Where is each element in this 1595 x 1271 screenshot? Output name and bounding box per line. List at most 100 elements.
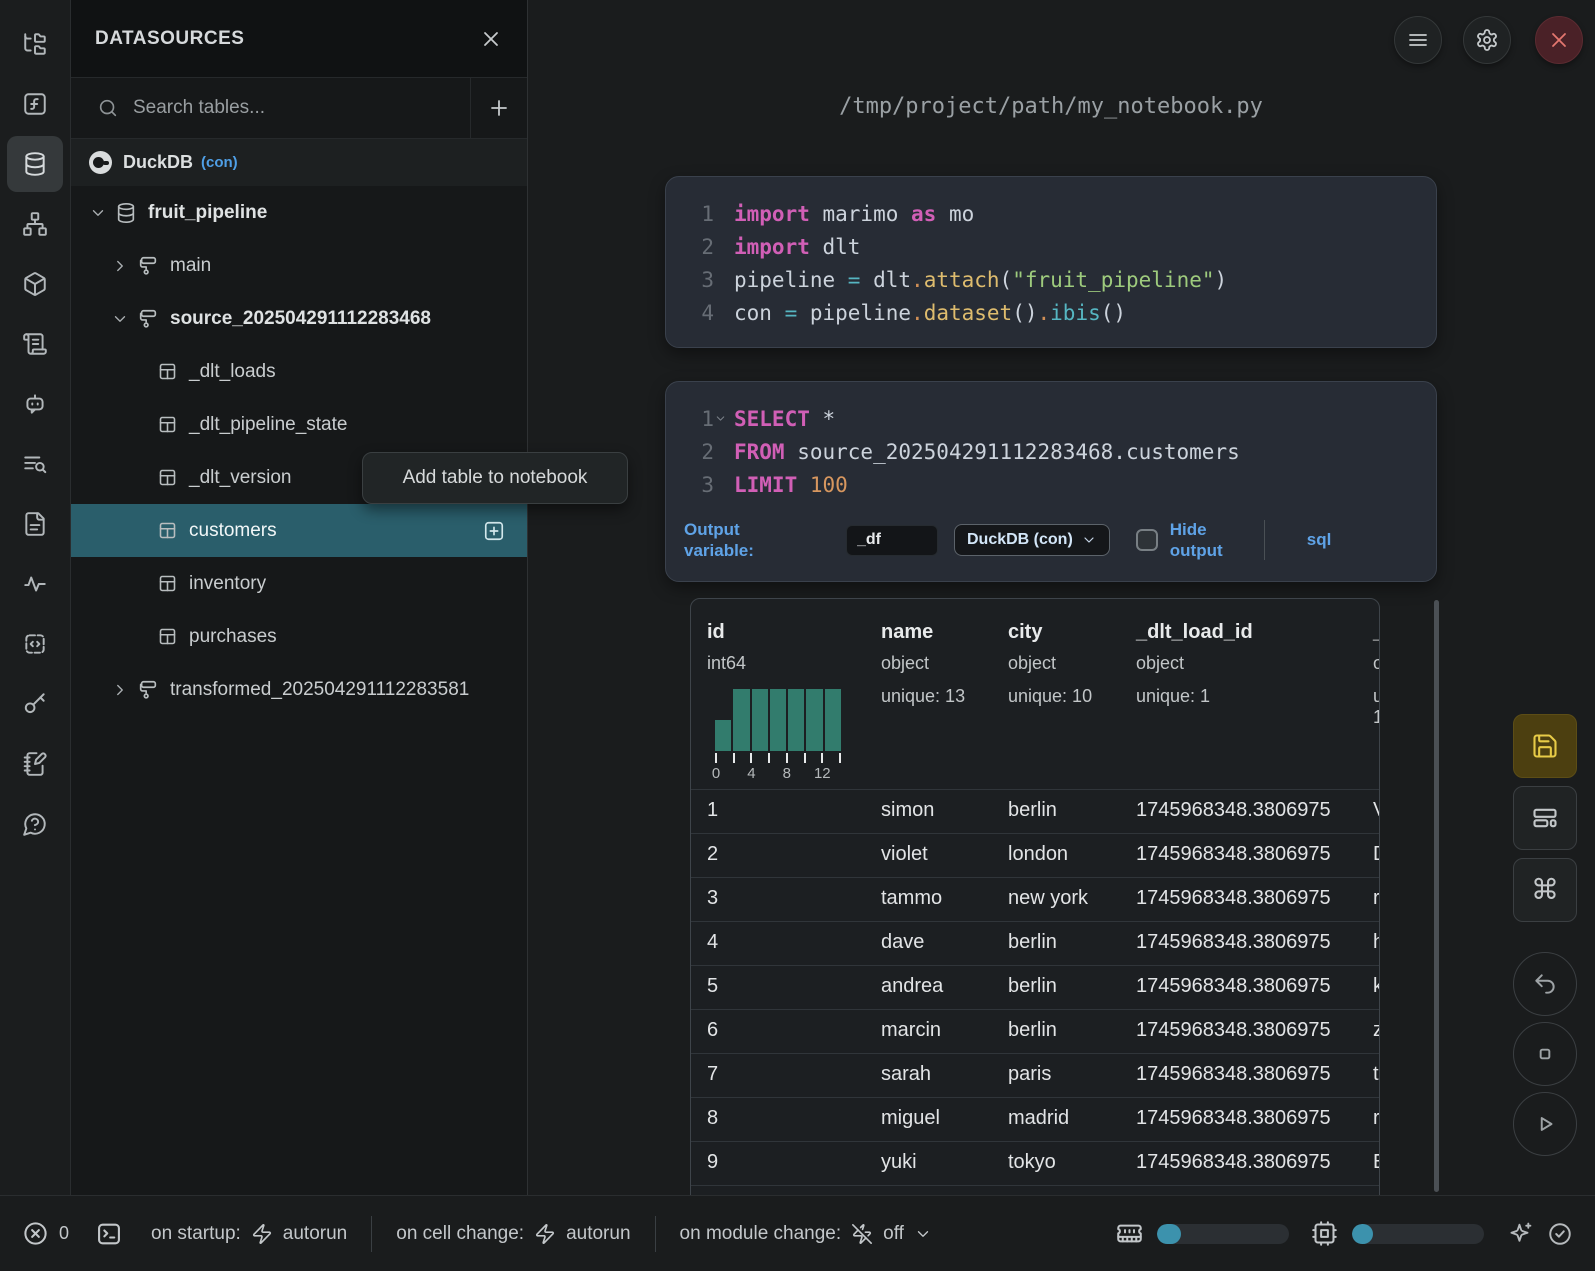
chevron-down-icon	[914, 1225, 932, 1243]
panel-title: DATASOURCES	[95, 28, 244, 50]
rail-dependencies-button[interactable]	[7, 196, 63, 252]
table-header: id int64 04812 name object unique: 13 ci…	[691, 599, 1379, 789]
cpu-usage-meter	[1352, 1224, 1484, 1244]
app-layout-button[interactable]	[1513, 786, 1577, 850]
line-number: 2	[666, 235, 714, 259]
table-row[interactable]: 7sarahparis1745968348.3806975t	[691, 1053, 1379, 1097]
scroll-text-icon	[22, 331, 48, 357]
terminal-button[interactable]	[95, 1220, 123, 1248]
table-row[interactable]: 5andreaberlin1745968348.3806975k	[691, 965, 1379, 1009]
rail-scratchpad-code-button[interactable]	[7, 616, 63, 672]
rail-datasources-button[interactable]	[7, 136, 63, 192]
python-cell[interactable]: 1import marimo as mo 2import dlt 3pipeli…	[665, 176, 1437, 348]
rail-tracing-button[interactable]	[7, 556, 63, 612]
rail-file-tree-button[interactable]	[7, 16, 63, 72]
column-header-city[interactable]: city object unique: 10	[1008, 621, 1092, 707]
run-button[interactable]	[1513, 1092, 1577, 1156]
zap-icon	[534, 1223, 556, 1245]
tree-item-purchases[interactable]: purchases	[71, 610, 527, 663]
code-line: LIMIT 100	[734, 473, 848, 497]
connection-status-button[interactable]	[1547, 1221, 1573, 1247]
tree-item-customers[interactable]: customers	[71, 504, 527, 557]
schema-icon	[137, 308, 159, 330]
column-header-dlt-id[interactable]: _dlt_id object unique: 13	[1373, 621, 1380, 728]
rail-secrets-button[interactable]	[7, 676, 63, 732]
tree-item-dlt-pipeline-state[interactable]: _dlt_pipeline_state	[71, 398, 527, 451]
hide-output-checkbox[interactable]	[1136, 529, 1158, 551]
table-row[interactable]: 6marcinberlin1745968348.3806975z	[691, 1009, 1379, 1053]
fold-chevron-icon[interactable]	[714, 412, 734, 425]
column-header-dlt-load-id[interactable]: _dlt_load_id object unique: 1	[1136, 621, 1253, 707]
add-table-to-notebook-button[interactable]	[483, 520, 505, 542]
column-header-id[interactable]: id int64	[707, 621, 746, 674]
chevron-down-icon	[1081, 532, 1097, 548]
rail-notebook-pen-button[interactable]	[7, 736, 63, 792]
on-cell-change-setting[interactable]: on cell change: autorun	[396, 1223, 630, 1245]
rail-logs-button[interactable]	[7, 316, 63, 372]
table-row[interactable]: 3tammonew york1745968348.3806975r	[691, 877, 1379, 921]
save-button[interactable]	[1513, 714, 1577, 778]
chevron-down-icon	[111, 310, 129, 328]
line-number: 3	[666, 268, 714, 292]
line-number: 1	[666, 407, 714, 431]
sql-output-bar: Output variable: DuckDB (con) Hide outpu…	[684, 507, 1420, 573]
rail-outline-search-button[interactable]	[7, 436, 63, 492]
rail-help-button[interactable]	[7, 796, 63, 852]
gear-icon	[1475, 28, 1499, 52]
zap-off-icon	[851, 1223, 873, 1245]
error-indicator[interactable]: 0	[22, 1220, 69, 1247]
database-icon	[115, 202, 137, 224]
table-row[interactable]: 1simonberlin1745968348.3806975V	[691, 789, 1379, 833]
histogram-ticks	[715, 753, 841, 763]
tree-item-inventory[interactable]: inventory	[71, 557, 527, 610]
rail-ai-chat-button[interactable]	[7, 376, 63, 432]
help-circle-icon	[22, 811, 48, 837]
chevron-right-icon	[111, 681, 129, 699]
close-panel-button[interactable]	[479, 27, 503, 51]
table-row[interactable]: 8miguelmadrid1745968348.3806975r	[691, 1097, 1379, 1141]
activity-icon	[22, 571, 48, 597]
on-module-change-setting[interactable]: on module change: off	[680, 1223, 932, 1245]
code-square-icon	[22, 631, 48, 657]
rail-snippets-button[interactable]	[7, 496, 63, 552]
close-icon	[1547, 28, 1571, 52]
search-input[interactable]	[133, 78, 470, 138]
x-circle-icon	[22, 1220, 49, 1247]
tree-item-main[interactable]: main	[71, 239, 527, 292]
table-row[interactable]	[691, 1185, 1379, 1195]
query-result-table[interactable]: id int64 04812 name object unique: 13 ci…	[690, 598, 1380, 1195]
engine-select[interactable]: DuckDB (con)	[954, 524, 1110, 556]
command-palette-button[interactable]: ⌘	[1513, 858, 1577, 922]
connection-row-duckdb[interactable]: DuckDB (con)	[71, 139, 527, 186]
undo-button[interactable]	[1513, 952, 1577, 1016]
tree-item-transformed-schema[interactable]: transformed_202504291112283581	[71, 663, 527, 716]
table-row[interactable]: 2violetlondon1745968348.3806975D	[691, 833, 1379, 877]
stop-button[interactable]	[1513, 1022, 1577, 1086]
tree-item-fruit-pipeline[interactable]: fruit_pipeline	[71, 186, 527, 239]
engine-select-value: DuckDB (con)	[967, 531, 1073, 549]
shutdown-button[interactable]	[1535, 16, 1583, 64]
ai-assist-button[interactable]	[1508, 1221, 1533, 1246]
add-datasource-button[interactable]	[470, 78, 527, 138]
status-bar: 0 on startup: autorun on cell change: au…	[0, 1195, 1595, 1271]
histogram-tick-labels: 04812	[715, 765, 855, 781]
connection-name: DuckDB	[123, 152, 193, 173]
output-scrollbar[interactable]	[1434, 600, 1439, 1192]
sql-cell[interactable]: 1SELECT * 2FROM source_20250429111228346…	[665, 381, 1437, 582]
code-line: FROM source_202504291112283468.customers	[734, 440, 1240, 464]
datasource-tree: fruit_pipeline main source_2025042911122…	[71, 186, 527, 716]
column-header-name[interactable]: name object unique: 13	[881, 621, 965, 707]
rail-variables-button[interactable]	[7, 76, 63, 132]
network-icon	[22, 211, 48, 237]
tree-item-dlt-loads[interactable]: _dlt_loads	[71, 345, 527, 398]
output-variable-input[interactable]	[846, 525, 938, 556]
table-row[interactable]: 4daveberlin1745968348.3806975h	[691, 921, 1379, 965]
rail-packages-button[interactable]	[7, 256, 63, 312]
tree-item-source-schema[interactable]: source_202504291112283468	[71, 292, 527, 345]
on-startup-setting[interactable]: on startup: autorun	[151, 1223, 347, 1245]
zap-icon	[251, 1223, 273, 1245]
line-number: 1	[666, 202, 714, 226]
menu-button[interactable]	[1394, 16, 1442, 64]
table-row[interactable]: 9yukitokyo1745968348.3806975E	[691, 1141, 1379, 1185]
settings-button[interactable]	[1463, 16, 1511, 64]
